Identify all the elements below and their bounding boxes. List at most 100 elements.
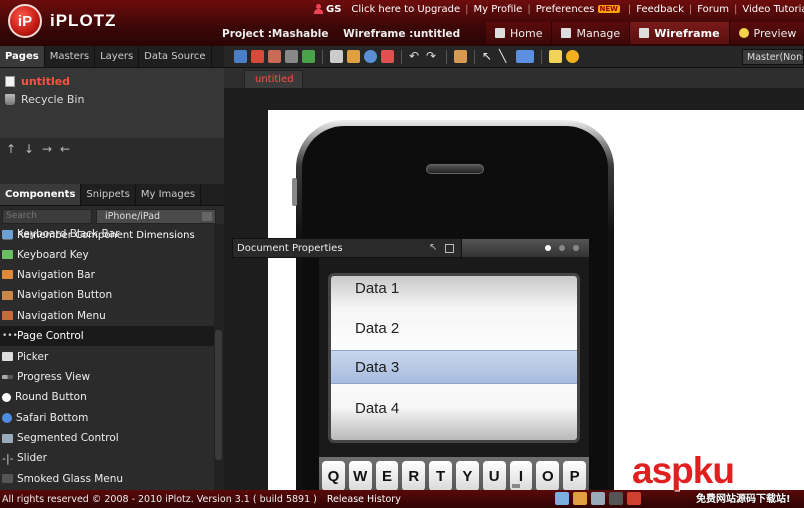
ruler-icon[interactable] bbox=[347, 50, 360, 63]
tab-layers[interactable]: Layers bbox=[95, 46, 140, 67]
iphone-screen: Data 1 Data 2 Data 3 Data 4 Q W E R T Y … bbox=[319, 239, 589, 490]
keyboard-key[interactable]: Y bbox=[455, 461, 479, 490]
scrollbar-thumb[interactable] bbox=[215, 330, 222, 460]
component-item[interactable]: Segmented Control bbox=[0, 428, 214, 448]
nav-tab-label: Manage bbox=[576, 26, 621, 40]
keyboard-key[interactable]: E bbox=[375, 461, 399, 490]
nav-tab-preview[interactable]: Preview bbox=[729, 22, 804, 44]
window-icon[interactable] bbox=[591, 492, 605, 505]
user-name[interactable]: GS bbox=[326, 4, 341, 15]
tab-pages[interactable]: Pages bbox=[0, 46, 45, 67]
navigation-bar-icon bbox=[2, 270, 13, 280]
outdent-icon[interactable]: ← bbox=[58, 142, 72, 156]
picker-component[interactable]: Data 1 Data 2 Data 3 Data 4 bbox=[328, 273, 580, 443]
tab-snippets[interactable]: Snippets bbox=[81, 184, 136, 205]
component-item[interactable]: Safari Bottom bbox=[0, 408, 214, 428]
watermark-subtitle: 免费网站源码下载站! bbox=[696, 494, 791, 505]
component-item[interactable]: Navigation Button bbox=[0, 285, 214, 305]
watermark-logo-text: aspku bbox=[632, 450, 735, 491]
search-input[interactable] bbox=[2, 208, 92, 224]
page-dot-active bbox=[545, 245, 551, 251]
new-badge: NEW bbox=[597, 5, 620, 13]
component-item[interactable]: Progress View bbox=[0, 367, 214, 387]
component-label: Keyboard Black Bar bbox=[17, 228, 120, 241]
folder-icon[interactable] bbox=[573, 492, 587, 505]
keyboard-key[interactable]: W bbox=[348, 461, 372, 490]
nav-tab-home[interactable]: Home bbox=[486, 22, 553, 44]
upgrade-link[interactable]: Click here to Upgrade bbox=[351, 4, 460, 15]
page-dot bbox=[573, 245, 579, 251]
tab-data-source[interactable]: Data Source bbox=[139, 46, 212, 67]
picker-row[interactable]: Data 2 bbox=[331, 308, 577, 348]
tab-components[interactable]: Components bbox=[0, 184, 82, 205]
feedback-link[interactable]: Feedback bbox=[636, 4, 684, 15]
component-item[interactable]: Round Button bbox=[0, 387, 214, 407]
paste-icon[interactable] bbox=[454, 50, 467, 63]
move-up-icon[interactable]: ↑ bbox=[4, 142, 18, 156]
export-icon[interactable] bbox=[268, 50, 281, 63]
picker-row-selected[interactable]: Data 3 bbox=[331, 350, 577, 384]
document-properties-panel[interactable]: Document Properties ↖ bbox=[232, 238, 462, 258]
component-item[interactable]: Keyboard Black Bar bbox=[0, 224, 214, 244]
page-dot bbox=[559, 245, 565, 251]
wireframe-canvas[interactable]: Data 1 Data 2 Data 3 Data 4 Q W E R T Y … bbox=[268, 110, 804, 490]
picker-row[interactable]: Data 1 bbox=[331, 276, 577, 308]
forum-link[interactable]: Forum bbox=[697, 4, 729, 15]
keyboard-key[interactable]: T bbox=[429, 461, 452, 490]
note-icon[interactable] bbox=[549, 50, 562, 63]
annotation-icon[interactable] bbox=[566, 50, 579, 63]
master-select[interactable]: Master(None bbox=[742, 49, 804, 65]
redo-icon[interactable]: ↷ bbox=[426, 50, 439, 63]
keyboard-key[interactable]: Q bbox=[322, 461, 345, 490]
nav-tab-manage[interactable]: Manage bbox=[552, 22, 631, 44]
keyboard-key[interactable]: R bbox=[402, 461, 426, 490]
component-item[interactable]: Navigation Menu bbox=[0, 306, 214, 326]
page-item-recycle-bin[interactable]: Recycle Bin bbox=[0, 90, 224, 108]
keyboard-key[interactable]: O bbox=[536, 461, 560, 490]
align-icon[interactable] bbox=[381, 50, 394, 63]
component-label: Round Button bbox=[15, 391, 87, 404]
grid-icon[interactable] bbox=[330, 50, 343, 63]
separator: | bbox=[465, 3, 469, 15]
shape-tool-icon[interactable] bbox=[516, 50, 534, 63]
preferences-link[interactable]: Preferences bbox=[536, 4, 595, 15]
component-item[interactable]: Keyboard Key bbox=[0, 244, 214, 264]
profile-link[interactable]: My Profile bbox=[474, 4, 523, 15]
keyboard-key[interactable]: U bbox=[482, 461, 506, 490]
move-down-icon[interactable]: ↓ bbox=[22, 142, 36, 156]
iphone-speaker bbox=[426, 164, 484, 174]
release-history-link[interactable]: Release History bbox=[327, 494, 401, 505]
save-as-icon[interactable] bbox=[251, 50, 264, 63]
user-icon bbox=[314, 4, 323, 14]
tab-my-images[interactable]: My Images bbox=[136, 184, 202, 205]
pen-icon[interactable] bbox=[555, 492, 569, 505]
iphone-mockup[interactable]: Data 1 Data 2 Data 3 Data 4 Q W E R T Y … bbox=[292, 120, 614, 490]
components-scrollbar[interactable] bbox=[214, 224, 224, 490]
undo-icon[interactable]: ↶ bbox=[409, 50, 422, 63]
component-item[interactable]: Smoked Glass Menu bbox=[0, 469, 214, 489]
indent-icon[interactable]: → bbox=[40, 142, 54, 156]
page-item-untitled[interactable]: untitled bbox=[0, 72, 224, 90]
device-select[interactable]: iPhone/iPad bbox=[96, 208, 216, 224]
component-item[interactable]: Navigation Bar bbox=[0, 265, 214, 285]
line-tool-icon[interactable]: ╲ bbox=[499, 50, 512, 63]
expand-icon[interactable]: ↖ bbox=[429, 243, 438, 253]
components-list: Keyboard Black Bar Keyboard Key Navigati… bbox=[0, 224, 214, 490]
minimize-icon[interactable] bbox=[445, 244, 454, 253]
canvas-scroll-indicator[interactable] bbox=[512, 484, 520, 488]
pointer-icon[interactable]: ↖ bbox=[482, 50, 495, 63]
print-icon[interactable] bbox=[285, 50, 298, 63]
keyboard-row: Q W E R T Y U I O P bbox=[319, 457, 589, 490]
component-item[interactable]: Picker bbox=[0, 346, 214, 366]
doc-tab-untitled[interactable]: untitled bbox=[244, 70, 303, 88]
component-item[interactable]: ••• Page Control bbox=[0, 325, 214, 347]
save-icon[interactable] bbox=[234, 50, 247, 63]
keyboard-key[interactable]: P bbox=[563, 461, 586, 490]
tab-masters[interactable]: Masters bbox=[45, 46, 96, 67]
nav-tab-wireframe[interactable]: Wireframe bbox=[630, 22, 730, 44]
component-item[interactable]: -|- Slider bbox=[0, 448, 214, 468]
tutorials-link[interactable]: Video Tutorials bbox=[742, 4, 804, 15]
picker-row[interactable]: Data 4 bbox=[331, 388, 577, 428]
share-icon[interactable] bbox=[302, 50, 315, 63]
zoom-icon[interactable] bbox=[364, 50, 377, 63]
